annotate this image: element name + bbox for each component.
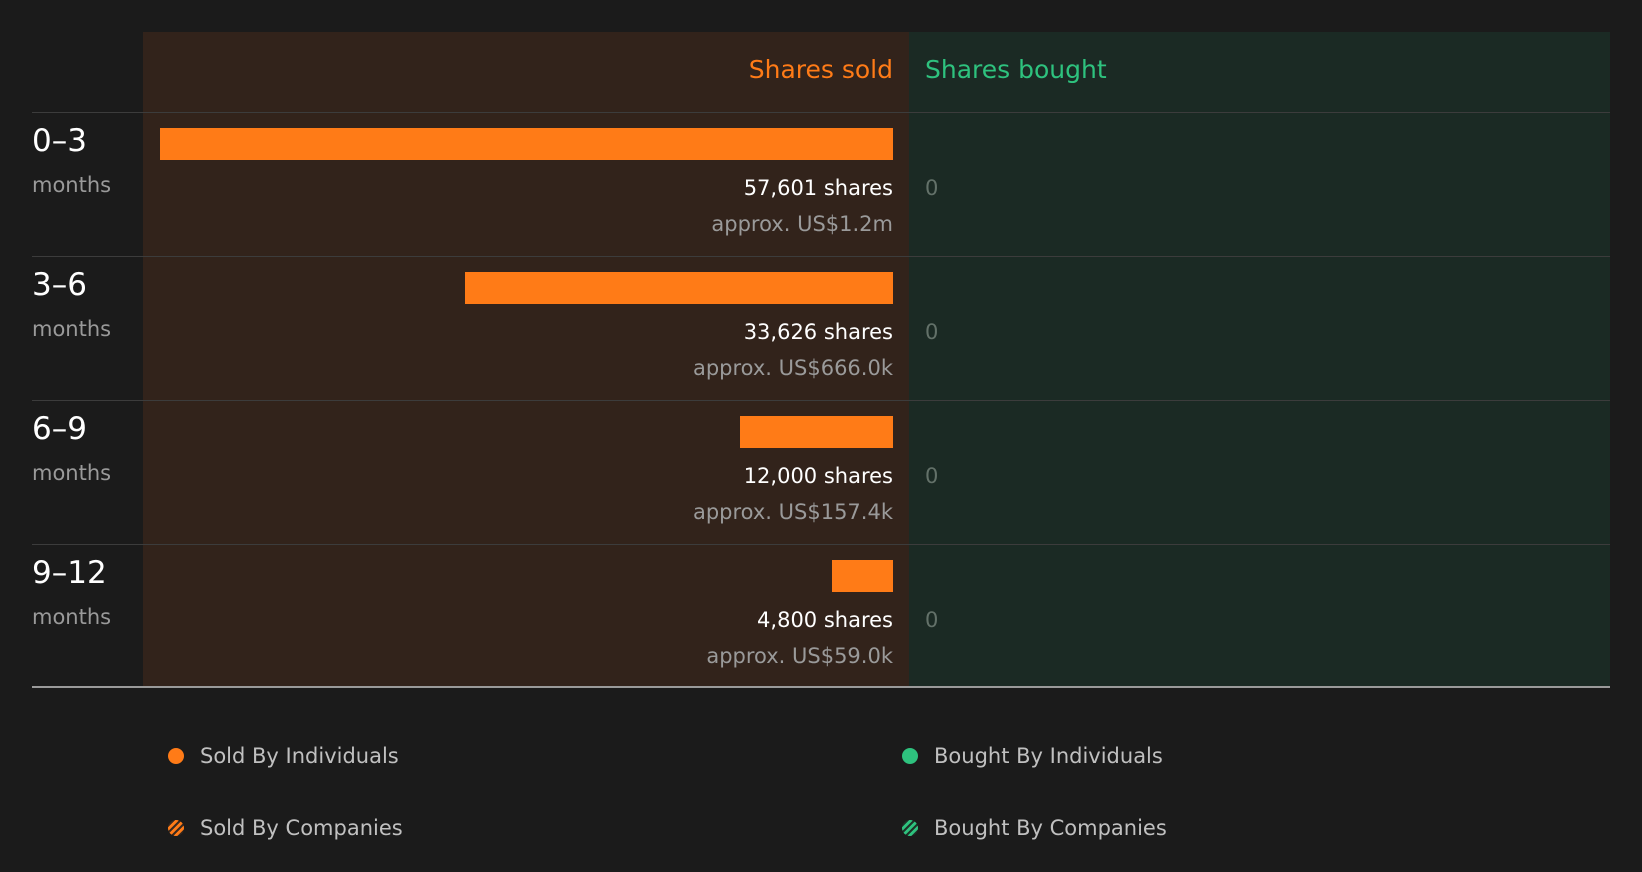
sold-bar [740,416,893,448]
orange-dot-icon [168,748,184,764]
legend-item-bought-companies: Bought By Companies [902,816,1167,840]
legend-label: Bought By Individuals [934,744,1163,768]
sold-bar [465,272,893,304]
sold-value-label: approx. US$1.2m [711,212,893,236]
shares-bought-header: Shares bought [925,55,1107,84]
legend-label: Sold By Individuals [200,744,399,768]
shares-sold-label: 57,601 shares [743,176,893,200]
row-9-12-months: 9–12 months 4,800 shares approx. US$59.0… [0,544,1642,688]
hatched-green-dot-icon [902,820,918,836]
sold-value-label: approx. US$157.4k [692,500,893,524]
sold-bar [160,128,893,160]
row-3-6-months: 3–6 months 33,626 shares approx. US$666.… [0,256,1642,400]
legend-item-sold-individuals: Sold By Individuals [168,744,399,768]
period-unit: months [32,461,112,485]
sold-value-label: approx. US$59.0k [706,644,893,668]
shares-sold-label: 12,000 shares [743,464,893,488]
row-6-9-months: 6–9 months 12,000 shares approx. US$157.… [0,400,1642,544]
period-label: 6–9 [32,411,87,447]
period-label: 9–12 [32,555,107,591]
shares-bought-label: 0 [925,320,939,344]
legend-label: Bought By Companies [934,816,1167,840]
sold-bar [832,560,893,592]
period-label: 3–6 [32,267,87,303]
period-unit: months [32,173,112,197]
legend-item-bought-individuals: Bought By Individuals [902,744,1163,768]
hatched-orange-dot-icon [168,820,184,836]
shares-sold-header: Shares sold [748,55,893,84]
shares-bought-label: 0 [925,464,939,488]
green-dot-icon [902,748,918,764]
shares-sold-label: 4,800 shares [757,608,893,632]
period-unit: months [32,317,112,341]
legend-label: Sold By Companies [200,816,403,840]
row-0-3-months: 0–3 months 57,601 shares approx. US$1.2m… [0,112,1642,256]
period-label: 0–3 [32,123,87,159]
legend-item-sold-companies: Sold By Companies [168,816,403,840]
chart-baseline [32,686,1610,688]
shares-sold-label: 33,626 shares [743,320,893,344]
sold-value-label: approx. US$666.0k [692,356,893,380]
period-unit: months [32,605,112,629]
shares-bought-label: 0 [925,608,939,632]
shares-bought-label: 0 [925,176,939,200]
